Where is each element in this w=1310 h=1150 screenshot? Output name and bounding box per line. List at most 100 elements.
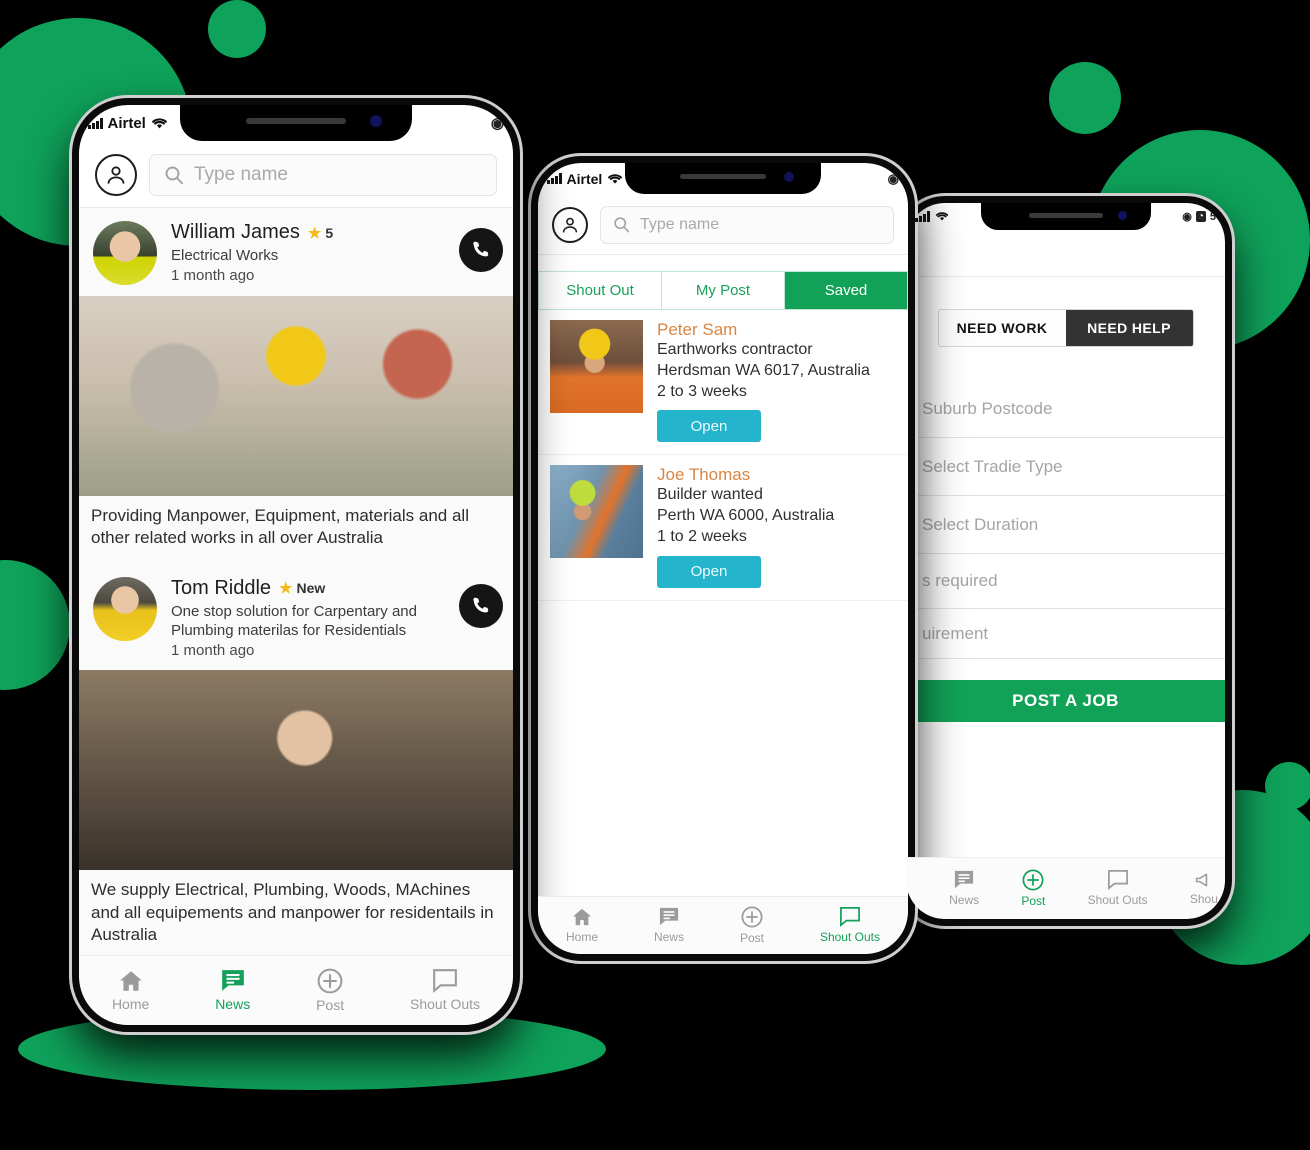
job-thumbnail-image (550, 465, 643, 559)
phone1-screen: Airtel ◉ Type name William James ★ 5 Ele… (79, 105, 513, 1025)
need-work-help-toggle[interactable]: NEED WORK NEED HELP (937, 309, 1194, 347)
select-duration-field[interactable]: Select Duration (906, 496, 1225, 554)
post-author-name-row: William James ★ 5 (171, 221, 499, 244)
signal-bars-icon (915, 211, 930, 222)
post-rating-badge: ★ New (279, 579, 325, 597)
phone-mockup-shout-outs: Airtel ◉ Type name Shout Out My Post Sav… (531, 156, 915, 961)
home-icon (572, 908, 592, 926)
search-input[interactable]: Type name (149, 153, 497, 196)
open-job-button[interactable]: Open (657, 555, 761, 588)
nav-item-shout-extra[interactable]: Shou (1190, 871, 1218, 906)
chat-bubble-icon (433, 969, 457, 993)
news-feed-icon (955, 870, 974, 889)
phone1-bottom-nav[interactable]: Home News Post Shout Outs (79, 955, 513, 1025)
wifi-icon (607, 173, 623, 184)
post-image (79, 670, 513, 871)
phone2-status-right: ◉ (888, 171, 908, 187)
phone3-form-body: NEED WORK NEED HELP Suburb Postcode Sele… (906, 277, 1225, 722)
news-feed-icon (221, 970, 244, 991)
open-job-button[interactable]: Open (657, 410, 761, 443)
select-tradie-type-placeholder: Select Tradie Type (922, 456, 1063, 476)
home-icon (119, 971, 142, 991)
post-author-subtitle: One stop solution for Carpentary and Plu… (171, 602, 417, 640)
post-author-avatar[interactable] (93, 576, 157, 641)
wifi-icon (935, 212, 948, 221)
post-author-avatar[interactable] (93, 221, 157, 285)
requirement-field[interactable]: uirement (906, 609, 1225, 659)
signal-bars-icon (547, 173, 562, 184)
plus-circle-icon (1022, 869, 1044, 891)
suburb-postcode-field[interactable]: Suburb Postcode (906, 381, 1225, 438)
job-duration: 1 to 2 weeks (657, 527, 747, 545)
nav-label-news: News (215, 996, 251, 1012)
tab-saved[interactable]: Saved (785, 272, 907, 309)
job-list-item[interactable]: Joe Thomas Builder wanted Perth WA 6000,… (538, 455, 908, 601)
phone1-camera-dot (370, 115, 382, 127)
need-help-button[interactable]: NEED HELP (1065, 310, 1193, 346)
job-list-item[interactable]: Peter Sam Earthworks contractor Herdsman… (538, 310, 908, 456)
nav-item-shout-outs[interactable]: Shout Outs (1088, 870, 1148, 907)
nav-label-shout-outs: Shout Outs (410, 996, 481, 1012)
search-placeholder: Type name (640, 215, 720, 233)
search-icon (165, 166, 183, 184)
phone2-bottom-nav[interactable]: Home News Post Shout Outs (538, 896, 908, 954)
plus-circle-icon (741, 906, 763, 928)
search-input[interactable]: Type name (600, 205, 894, 244)
nav-item-shout-outs[interactable]: Shout Outs (410, 969, 480, 1012)
post-a-job-button[interactable]: POST A JOB (906, 680, 1225, 722)
nav-item-news[interactable]: News (215, 969, 250, 1012)
battery-icon: 5 (1209, 210, 1216, 223)
select-tradie-type-field[interactable]: Select Tradie Type (906, 438, 1225, 496)
phone-call-icon[interactable] (459, 228, 503, 272)
wifi-icon (151, 117, 168, 128)
news-feed-list: William James ★ 5 Electrical Works 1 mon… (79, 208, 513, 955)
phone1-carrier-label: Airtel (107, 114, 146, 132)
phone-call-glyph (473, 597, 489, 613)
profile-avatar-icon[interactable] (552, 206, 588, 243)
nav-label-shout-extra: Shou (1189, 892, 1218, 906)
job-role: Earthworks contractor (657, 341, 813, 358)
post-author-name: William James (171, 221, 300, 243)
nav-item-home[interactable]: Home (112, 969, 149, 1012)
nav-item-post[interactable]: Post (316, 968, 344, 1013)
post-caption: Providing Manpower, Equipment, materials… (79, 496, 513, 564)
tab-my-post[interactable]: My Post (662, 272, 785, 309)
post-author-meta: Tom Riddle ★ New One stop solution for C… (171, 577, 499, 659)
tab-shout-out[interactable]: Shout Out (539, 272, 662, 309)
phone2-camera-dot (784, 172, 794, 182)
nav-item-news[interactable]: News (654, 907, 684, 944)
profile-avatar-icon[interactable] (95, 153, 137, 196)
plus-circle-icon (317, 968, 343, 994)
phone2-status-left: Airtel (538, 171, 623, 187)
requirement-placeholder: uirement (922, 623, 989, 643)
nav-label-news: News (653, 930, 684, 944)
tab-shout-out-label: Shout Out (566, 282, 634, 299)
phone1-status-right: ◉ (491, 114, 513, 132)
hero-mockup-stage: ◉ ◔ 5 NEED WORK NEED HELP Suburb Postcod… (0, 0, 1310, 1150)
job-details: Peter Sam Earthworks contractor Herdsman… (657, 320, 896, 443)
nav-item-home[interactable]: Home (566, 907, 598, 944)
feed-post: William James ★ 5 Electrical Works 1 mon… (79, 208, 513, 564)
phone1-notch (180, 105, 412, 141)
post-caption: We supply Electrical, Plumbing, Woods, M… (79, 870, 513, 955)
nav-label-post: Post (739, 931, 764, 945)
nav-item-post[interactable]: Post (740, 906, 764, 945)
tradies-required-field[interactable]: s required (906, 554, 1225, 609)
phone-mockup-post-job: ◉ ◔ 5 NEED WORK NEED HELP Suburb Postcod… (899, 196, 1232, 926)
post-header: Tom Riddle ★ New One stop solution for C… (79, 563, 513, 671)
nav-label-shout-outs: Shout Outs (819, 930, 880, 944)
phone3-status-right: ◉ ◔ 5 (1182, 210, 1225, 224)
phone3-speaker-bar (1028, 213, 1103, 218)
job-poster-name: Peter Sam (657, 320, 738, 339)
nav-item-news[interactable]: News (949, 870, 979, 907)
phone3-bottom-nav[interactable]: News Post Shout Outs Shou (906, 857, 1225, 919)
phone3-camera-dot (1117, 211, 1127, 220)
signal-bars-icon (88, 117, 103, 129)
nav-item-shout-outs[interactable]: Shout Outs (820, 907, 880, 944)
nav-item-post[interactable]: Post (1021, 869, 1045, 908)
post-rating-value: 5 (325, 224, 334, 241)
select-duration-placeholder: Select Duration (922, 514, 1039, 534)
need-work-button[interactable]: NEED WORK (938, 310, 1066, 346)
shout-out-tabs[interactable]: Shout Out My Post Saved (538, 271, 908, 310)
phone-call-icon[interactable] (459, 583, 503, 628)
